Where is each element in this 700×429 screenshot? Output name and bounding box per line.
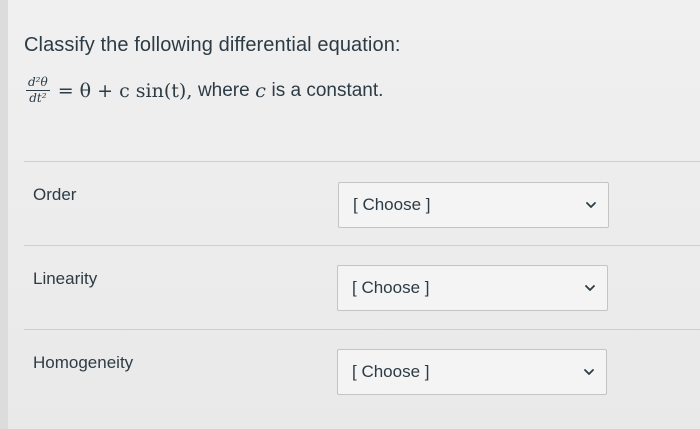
order-label: Order	[33, 185, 77, 204]
chevron-down-icon	[586, 202, 596, 208]
page-left-edge	[0, 0, 8, 429]
divider	[24, 245, 700, 246]
fraction-denominator: dt²	[29, 91, 47, 105]
linearity-select[interactable]: [ Choose ]	[337, 265, 608, 311]
equation-where-text: where	[197, 79, 250, 101]
equation-rhs: = θ + c sin(t),	[57, 79, 193, 102]
divider	[24, 329, 700, 330]
fraction-numerator: d²θ	[26, 75, 50, 91]
homogeneity-label: Homogeneity	[33, 353, 134, 372]
equation-constant-var: c	[255, 79, 266, 102]
chevron-down-icon	[584, 369, 594, 375]
question-title: Classify the following differential equa…	[24, 34, 401, 56]
equation: d²θ dt² = θ + c sin(t), where c is a con…	[26, 76, 383, 105]
chevron-down-icon	[585, 285, 595, 291]
homogeneity-select-value: [ Choose ]	[352, 362, 430, 381]
homogeneity-select[interactable]: [ Choose ]	[337, 349, 607, 395]
order-select-value: [ Choose ]	[353, 195, 431, 214]
divider	[24, 161, 700, 162]
linearity-label: Linearity	[33, 269, 98, 288]
quiz-page: Classify the following differential equa…	[0, 0, 700, 429]
order-select[interactable]: [ Choose ]	[338, 182, 609, 228]
equation-tail-text: is a constant.	[271, 79, 384, 101]
derivative-fraction: d²θ dt²	[26, 76, 50, 105]
linearity-select-value: [ Choose ]	[352, 278, 430, 297]
